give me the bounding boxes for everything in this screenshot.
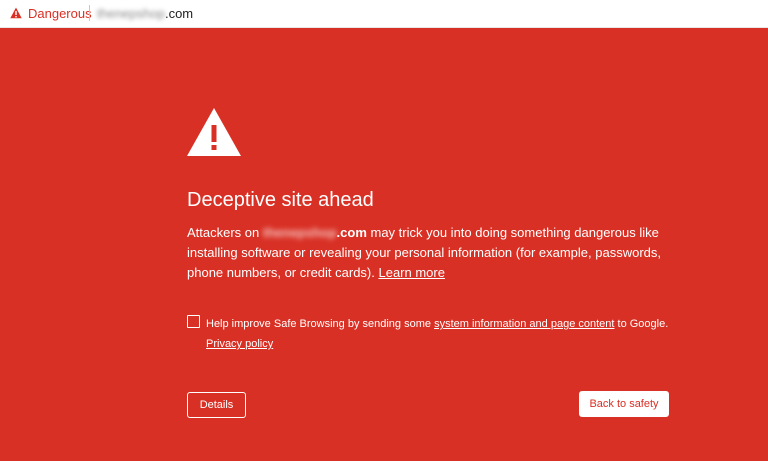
learn-more-link[interactable]: Learn more [378,265,444,280]
safe-browsing-text-suffix: to Google. [614,318,669,330]
system-info-link[interactable]: system information and page content [434,318,614,330]
safe-browsing-text-prefix: Help improve Safe Browsing by sending so… [206,318,435,330]
url-host: thenepshop [97,6,165,21]
safe-browsing-label: Help improve Safe Browsing by sending so… [206,314,686,354]
desc-site-name: thenepshop.com [263,225,367,240]
warning-triangle-icon [10,7,22,19]
address-bar-separator [89,5,90,21]
desc-site-host: thenepshop [262,225,337,240]
warning-description: Attackers on thenepshop.com may trick yo… [187,223,687,283]
privacy-policy-link[interactable]: Privacy policy [206,338,273,350]
page-title: Deceptive site ahead [187,189,374,211]
url-tld: .com [164,6,194,21]
url-text[interactable]: thenepshop.com [97,6,193,22]
warning-triangle-icon [187,108,241,156]
back-to-safety-button[interactable]: Back to safety [579,391,669,417]
address-bar[interactable]: Dangerous thenepshop.com [0,0,768,28]
safe-browsing-checkbox[interactable] [187,315,200,328]
desc-prefix: Attackers on [187,225,263,240]
desc-site-tld: .com [336,225,367,240]
security-status-label[interactable]: Dangerous [28,6,92,22]
details-button[interactable]: Details [187,392,246,418]
